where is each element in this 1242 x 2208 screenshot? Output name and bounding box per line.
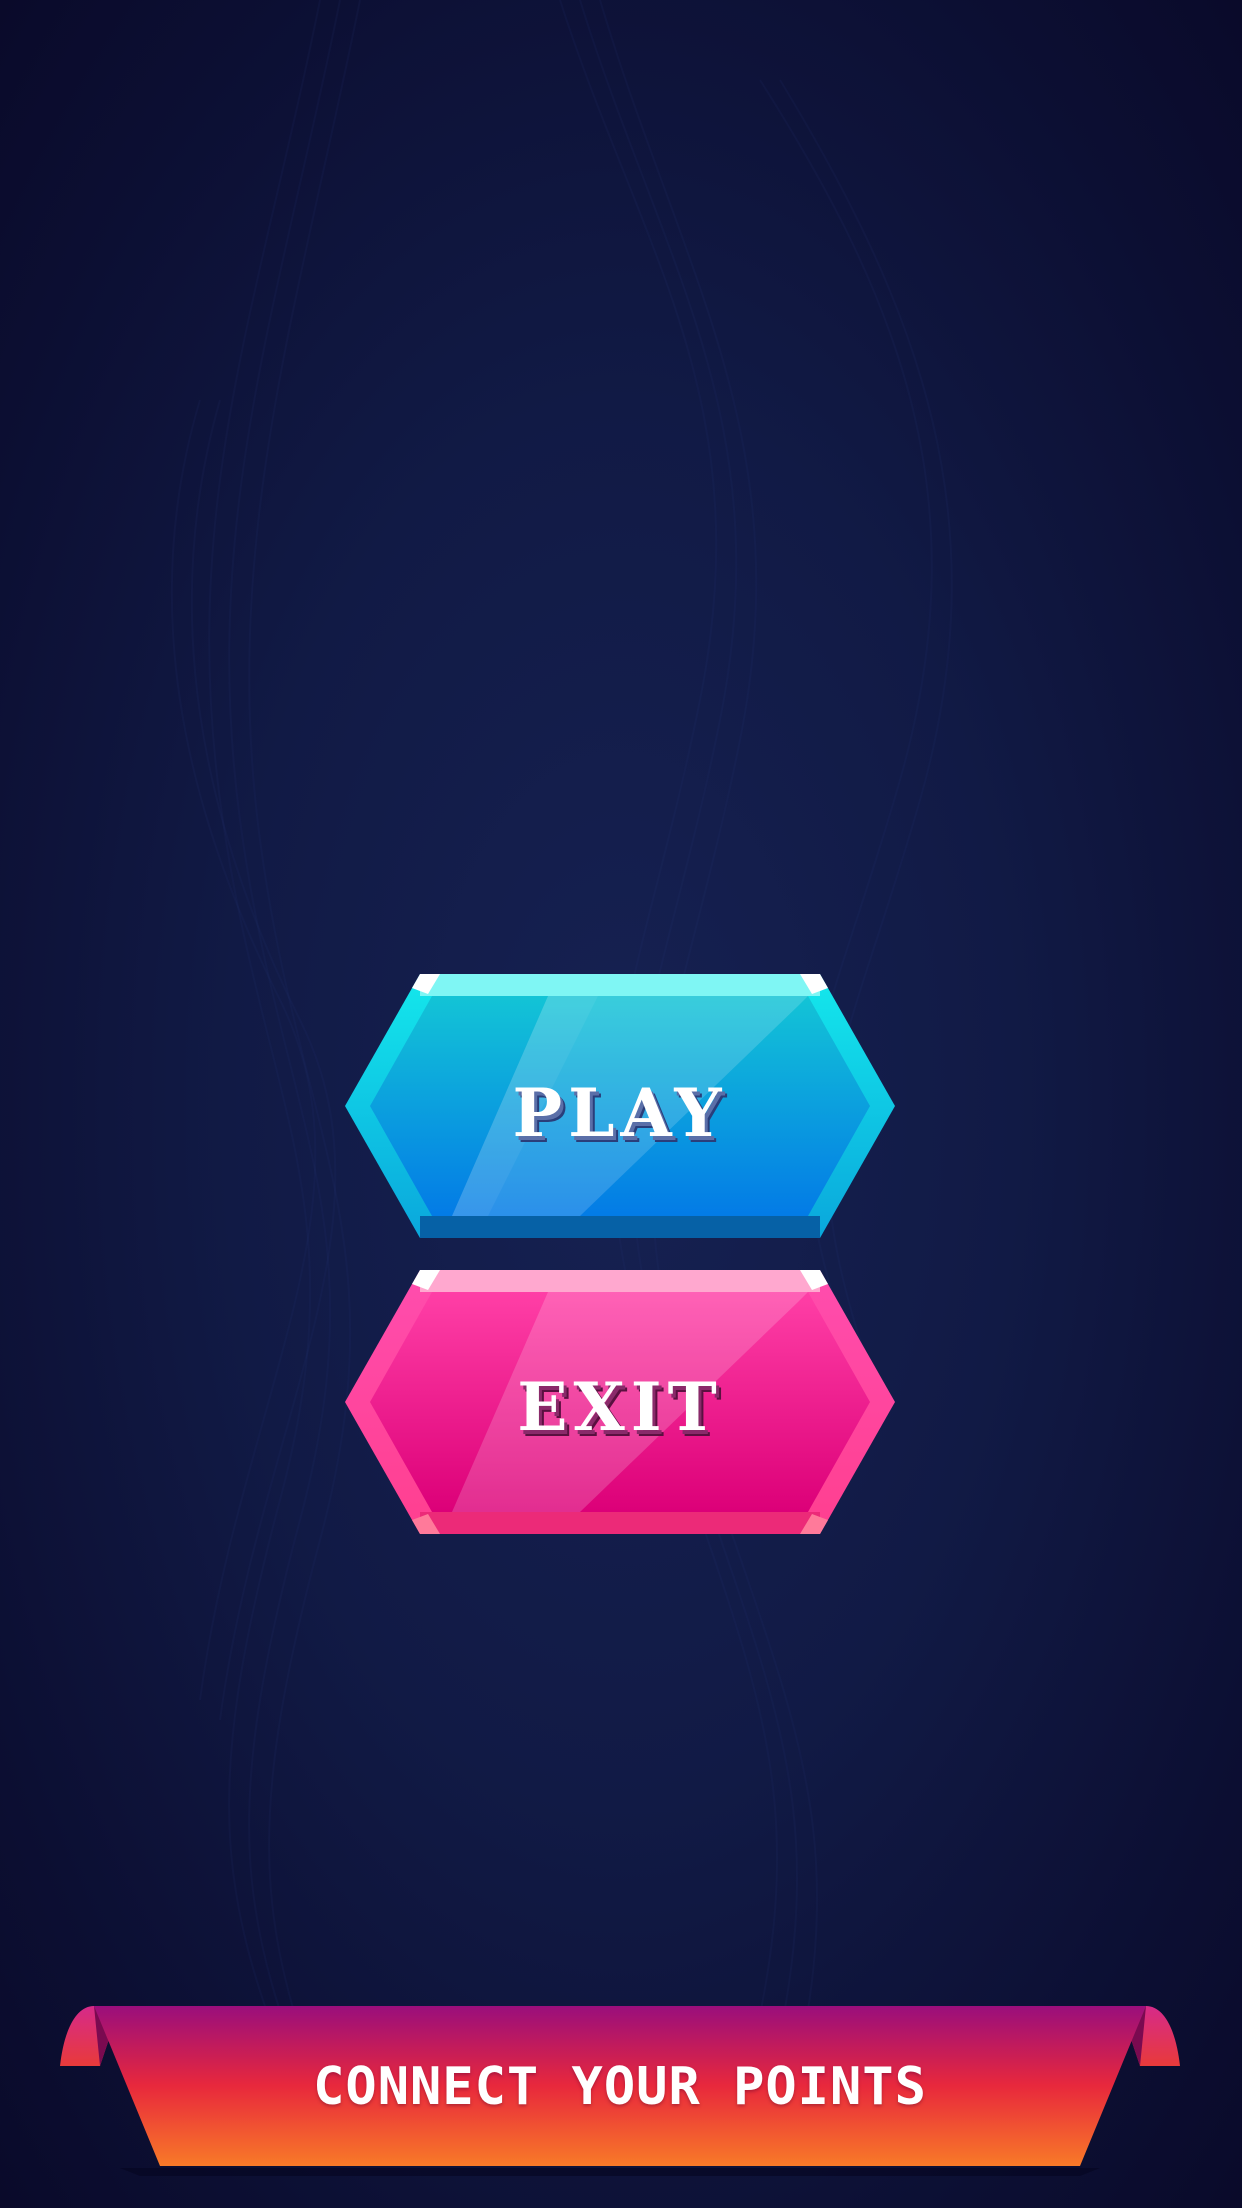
play-button-label: PLAY — [512, 1074, 728, 1152]
main-menu-screen: PLAY EXIT CONNECT YOUR POINTS — [0, 0, 1242, 2208]
bottom-banner: CONNECT YOUR POINTS — [60, 2000, 1180, 2180]
play-button[interactable]: PLAY — [340, 972, 900, 1240]
exit-button[interactable]: EXIT — [340, 1268, 900, 1536]
banner-text: CONNECT YOUR POINTS — [313, 2057, 927, 2117]
exit-button-label: EXIT — [517, 1368, 723, 1446]
